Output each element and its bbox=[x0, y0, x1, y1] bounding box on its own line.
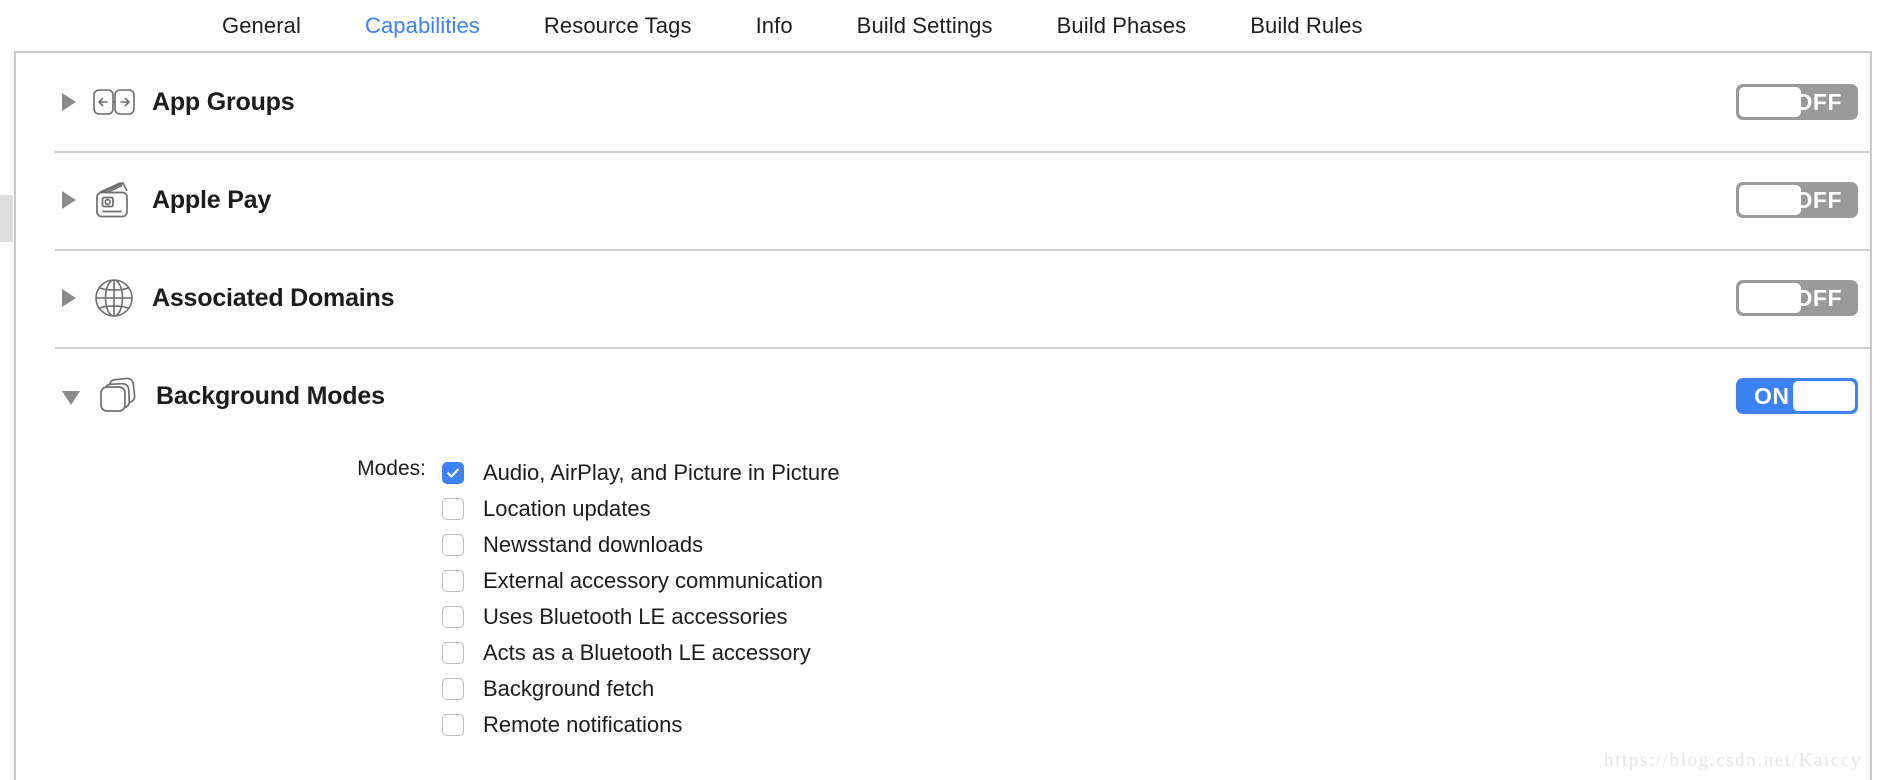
tab-info[interactable]: Info bbox=[724, 13, 825, 39]
watermark-text: https://blog.csdn.net/Kaiccy bbox=[1604, 750, 1862, 771]
checkbox-location-updates[interactable] bbox=[442, 498, 464, 520]
mode-item-uses-bluetooth-le-accessories[interactable]: Uses Bluetooth LE accessories bbox=[442, 599, 840, 635]
disclosure-triangle-app-groups[interactable] bbox=[62, 93, 76, 111]
toggle-app-groups[interactable]: OFF bbox=[1736, 84, 1858, 120]
capability-row-app-groups[interactable]: App Groups OFF bbox=[16, 53, 1870, 151]
capability-title-background-modes: Background Modes bbox=[156, 381, 385, 410]
toggle-state-label: OFF bbox=[1794, 284, 1842, 311]
tab-capabilities[interactable]: Capabilities bbox=[333, 13, 512, 39]
modes-section: Modes: Audio, AirPlay, and Picture in Pi… bbox=[16, 455, 1870, 743]
tab-build-settings[interactable]: Build Settings bbox=[825, 13, 1025, 39]
disclosure-triangle-apple-pay[interactable] bbox=[62, 191, 76, 209]
checkbox-audio-airplay-pip[interactable] bbox=[442, 462, 464, 484]
capability-row-background-modes[interactable]: Background Modes ON bbox=[16, 347, 1870, 445]
app-groups-icon bbox=[92, 80, 136, 124]
modes-checkbox-list: Audio, AirPlay, and Picture in Picture L… bbox=[442, 455, 840, 743]
tab-resource-tags[interactable]: Resource Tags bbox=[512, 13, 724, 39]
tab-list: General Capabilities Resource Tags Info … bbox=[190, 13, 1395, 39]
toggle-background-modes[interactable]: ON bbox=[1736, 378, 1858, 414]
toggle-associated-domains[interactable]: OFF bbox=[1736, 280, 1858, 316]
toggle-apple-pay[interactable]: OFF bbox=[1736, 182, 1858, 218]
apple-pay-card-icon bbox=[92, 178, 136, 222]
modes-label: Modes: bbox=[357, 457, 426, 480]
disclosure-triangle-associated-domains[interactable] bbox=[62, 289, 76, 307]
mode-item-remote-notifications[interactable]: Remote notifications bbox=[442, 707, 840, 743]
mode-label: Acts as a Bluetooth LE accessory bbox=[483, 640, 811, 665]
mode-item-external-accessory-communication[interactable]: External accessory communication bbox=[442, 563, 840, 599]
toggle-state-label: OFF bbox=[1794, 186, 1842, 213]
capability-title-app-groups: App Groups bbox=[152, 87, 295, 116]
mode-item-newsstand-downloads[interactable]: Newsstand downloads bbox=[442, 527, 840, 563]
tab-build-phases[interactable]: Build Phases bbox=[1025, 13, 1219, 39]
toggle-state-label: OFF bbox=[1794, 88, 1842, 115]
mode-label: Remote notifications bbox=[483, 712, 683, 737]
background-modes-detail: Modes: Audio, AirPlay, and Picture in Pi… bbox=[16, 445, 1870, 743]
mode-item-background-fetch[interactable]: Background fetch bbox=[442, 671, 840, 707]
checkbox-newsstand-downloads[interactable] bbox=[442, 534, 464, 556]
mode-item-acts-as-bluetooth-le-accessory[interactable]: Acts as a Bluetooth LE accessory bbox=[442, 635, 840, 671]
capabilities-panel: App Groups OFF Apple Pay OFF Associated … bbox=[14, 51, 1872, 780]
disclosure-triangle-background-modes[interactable] bbox=[62, 391, 80, 405]
checkbox-external-accessory-communication[interactable] bbox=[442, 570, 464, 592]
tab-general[interactable]: General bbox=[190, 13, 333, 39]
capability-title-apple-pay: Apple Pay bbox=[152, 185, 272, 214]
project-editor-tab-bar: General Capabilities Resource Tags Info … bbox=[0, 0, 1888, 52]
capability-title-associated-domains: Associated Domains bbox=[152, 283, 395, 312]
checkbox-acts-as-bluetooth-le-accessory[interactable] bbox=[442, 642, 464, 664]
mode-label: Background fetch bbox=[483, 676, 655, 701]
mode-item-audio-airplay-pip[interactable]: Audio, AirPlay, and Picture in Picture bbox=[442, 455, 840, 491]
capability-row-associated-domains[interactable]: Associated Domains OFF bbox=[16, 249, 1870, 347]
mode-label: Newsstand downloads bbox=[483, 532, 704, 557]
stacked-windows-icon bbox=[96, 374, 140, 418]
toggle-state-label: ON bbox=[1754, 382, 1790, 409]
mode-item-location-updates[interactable]: Location updates bbox=[442, 491, 840, 527]
checkmark-icon bbox=[447, 468, 459, 478]
checkbox-remote-notifications[interactable] bbox=[442, 714, 464, 736]
globe-icon bbox=[92, 276, 136, 320]
tab-build-rules[interactable]: Build Rules bbox=[1218, 13, 1394, 39]
checkbox-background-fetch[interactable] bbox=[442, 678, 464, 700]
mode-label: Audio, AirPlay, and Picture in Picture bbox=[483, 460, 840, 485]
mode-label: Location updates bbox=[483, 496, 651, 521]
scroll-position-indicator[interactable] bbox=[0, 195, 13, 242]
checkbox-uses-bluetooth-le-accessories[interactable] bbox=[442, 606, 464, 628]
mode-label: External accessory communication bbox=[483, 568, 823, 593]
capability-row-apple-pay[interactable]: Apple Pay OFF bbox=[16, 151, 1870, 249]
mode-label: Uses Bluetooth LE accessories bbox=[483, 604, 788, 629]
